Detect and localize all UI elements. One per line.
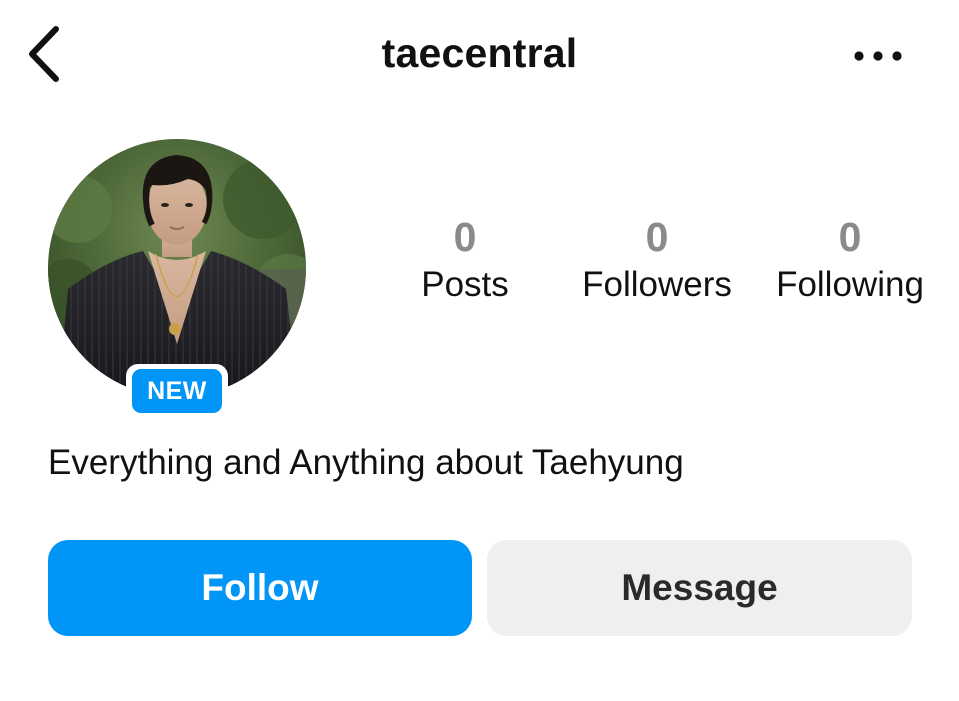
avatar-container[interactable]: NEW <box>48 139 306 418</box>
followers-label: Followers <box>582 265 732 304</box>
following-count: 0 <box>838 214 862 260</box>
message-button[interactable]: Message <box>487 540 912 636</box>
following-label: Following <box>776 265 924 304</box>
profile-username: taecentral <box>381 30 578 76</box>
more-options-button[interactable] <box>850 38 906 74</box>
stat-followers[interactable]: 0 Followers <box>565 212 749 306</box>
stat-posts[interactable]: 0 Posts <box>395 212 535 306</box>
stat-following[interactable]: 0 Following <box>760 212 940 306</box>
profile-bio: Everything and Anything about Taehyung <box>48 443 684 482</box>
followers-count: 0 <box>645 214 669 260</box>
top-bar: taecentral <box>0 0 959 110</box>
new-badge-label: NEW <box>132 369 222 413</box>
posts-label: Posts <box>421 265 509 304</box>
follow-button[interactable]: Follow <box>48 540 472 636</box>
new-badge: NEW <box>126 364 228 418</box>
avatar[interactable] <box>48 139 306 397</box>
more-horizontal-icon <box>854 51 902 61</box>
posts-count: 0 <box>453 214 477 260</box>
profile-photo <box>48 139 306 397</box>
